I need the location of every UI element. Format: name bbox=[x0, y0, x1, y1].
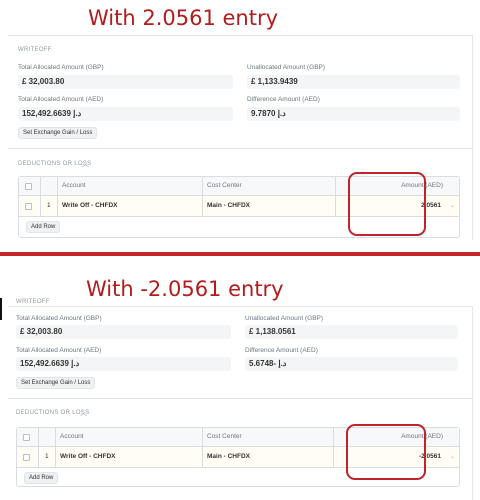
row-menu-chevron-icon[interactable]: ⌄ bbox=[450, 453, 455, 460]
column-header-cost-center[interactable]: Cost Center bbox=[207, 182, 242, 189]
section-separator bbox=[8, 398, 472, 399]
difference-aed-field: 9.7870 د.إ bbox=[247, 107, 460, 121]
unallocated-gbp-label: Unallocated Amount (GBP) bbox=[247, 64, 326, 71]
total-allocated-gbp-label: Total Allocated Amount (GBP) bbox=[16, 315, 102, 322]
total-allocated-aed-label: Total Allocated Amount (AED) bbox=[18, 96, 104, 103]
annotation-heading: With -2.0561 entry bbox=[86, 277, 284, 301]
row-account[interactable]: Write Off - CHFDX bbox=[60, 453, 116, 460]
set-exchange-gain-loss-button[interactable]: Set Exchange Gain / Loss bbox=[18, 127, 98, 139]
collapse-chevron-icon[interactable]: ︿ bbox=[80, 408, 87, 418]
writeoff-section-title: WRITEOFF bbox=[16, 299, 50, 305]
amount-highlight-annotation bbox=[346, 424, 426, 480]
add-row-button[interactable]: Add Row bbox=[26, 221, 61, 233]
difference-aed-label: Difference Amount (AED) bbox=[247, 96, 320, 103]
section-top-border bbox=[8, 35, 472, 36]
difference-aed-field: 5.6748- د.إ bbox=[245, 357, 458, 371]
add-row-button[interactable]: Add Row bbox=[24, 472, 59, 484]
total-allocated-gbp-field: £ 32,003.80 bbox=[18, 75, 233, 89]
set-exchange-gain-loss-button[interactable]: Set Exchange Gain / Loss bbox=[16, 377, 96, 389]
column-header-account[interactable]: Account bbox=[60, 433, 84, 440]
unallocated-gbp-label: Unallocated Amount (GBP) bbox=[245, 315, 324, 322]
deductions-section-title: DEDUCTIONS OR LOSS bbox=[16, 410, 90, 416]
total-allocated-gbp-field: £ 32,003.80 bbox=[16, 325, 231, 339]
select-all-checkbox[interactable] bbox=[23, 434, 30, 441]
writeoff-section-title: WRITEOFF bbox=[18, 47, 52, 53]
section-right-border bbox=[472, 35, 473, 240]
difference-aed-label: Difference Amount (AED) bbox=[245, 347, 318, 354]
panel-negative-entry: With -2.0561 entry WRITEOFF Total Alloca… bbox=[0, 258, 480, 500]
row-checkbox[interactable] bbox=[23, 454, 30, 461]
unallocated-gbp-field: £ 1,138.0561 bbox=[245, 325, 458, 339]
amount-highlight-annotation bbox=[348, 172, 426, 236]
column-header-account[interactable]: Account bbox=[62, 182, 86, 189]
comparison-divider bbox=[0, 252, 480, 256]
row-number: 1 bbox=[45, 453, 49, 460]
annotation-heading: With 2.0561 entry bbox=[88, 6, 279, 30]
total-allocated-aed-field: 152,492.6639 د.إ bbox=[18, 107, 233, 121]
panel-positive-entry: With 2.0561 entry WRITEOFF Total Allocat… bbox=[0, 0, 480, 252]
total-allocated-aed-field: 152,492.6639 د.إ bbox=[16, 357, 231, 371]
column-header-cost-center[interactable]: Cost Center bbox=[207, 433, 242, 440]
row-cost-center[interactable]: Main - CHFDX bbox=[207, 453, 250, 460]
select-all-checkbox[interactable] bbox=[25, 183, 32, 190]
section-separator bbox=[8, 148, 472, 149]
collapse-chevron-icon[interactable]: ︿ bbox=[82, 159, 89, 169]
row-account[interactable]: Write Off - CHFDX bbox=[62, 202, 118, 209]
row-menu-chevron-icon[interactable]: ⌄ bbox=[450, 202, 455, 209]
section-right-border bbox=[472, 306, 473, 500]
row-cost-center[interactable]: Main - CHFDX bbox=[207, 202, 250, 209]
section-top-border bbox=[8, 306, 472, 307]
unallocated-gbp-field: £ 1,133.9439 bbox=[247, 75, 460, 89]
row-checkbox[interactable] bbox=[25, 203, 32, 210]
deductions-section-title: DEDUCTIONS OR LOSS bbox=[18, 161, 92, 167]
left-edge-marker bbox=[0, 298, 2, 320]
row-number: 1 bbox=[47, 202, 51, 209]
total-allocated-gbp-label: Total Allocated Amount (GBP) bbox=[18, 64, 104, 71]
total-allocated-aed-label: Total Allocated Amount (AED) bbox=[16, 347, 102, 354]
